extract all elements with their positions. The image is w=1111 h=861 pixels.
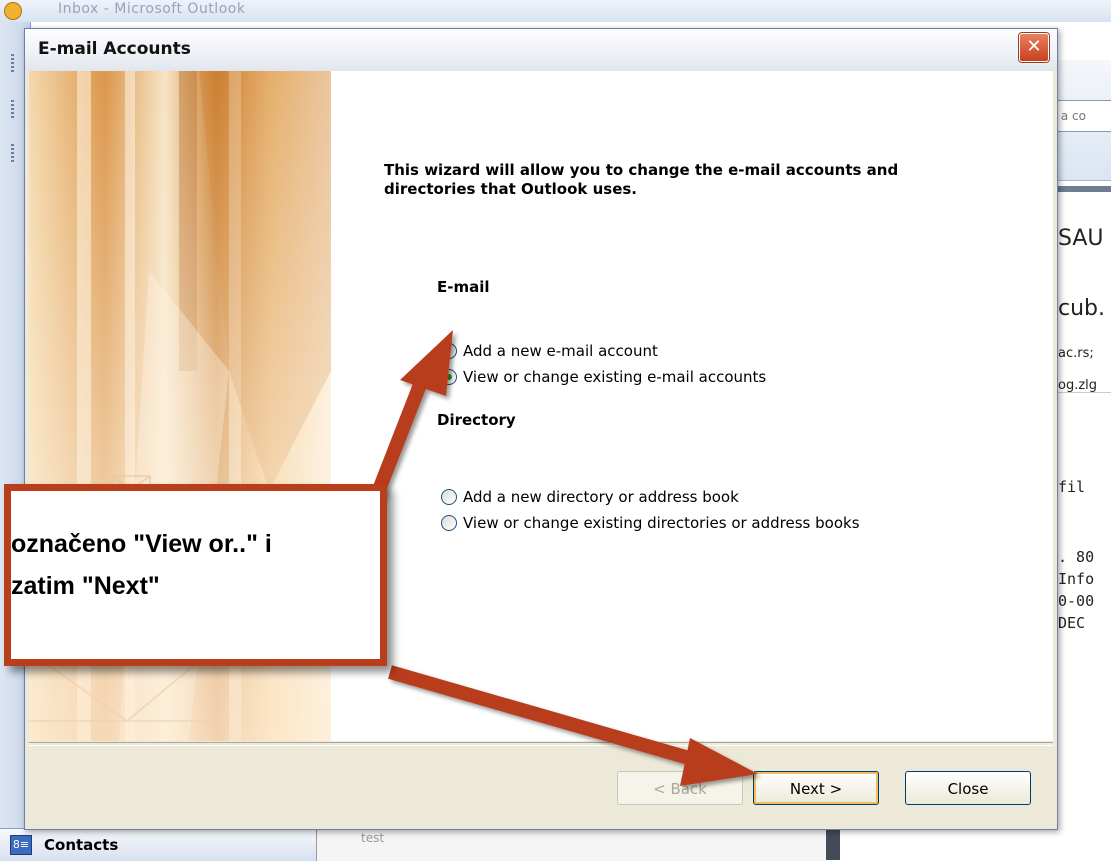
annotation-arrows — [368, 330, 758, 786]
callout-text: označeno "View or.." i zatim "Next" — [11, 530, 272, 600]
annotation-callout-box: označeno "View or.." i zatim "Next" — [4, 484, 387, 666]
arrow-to-next-button — [388, 665, 758, 786]
arrow-to-radio — [368, 330, 453, 503]
